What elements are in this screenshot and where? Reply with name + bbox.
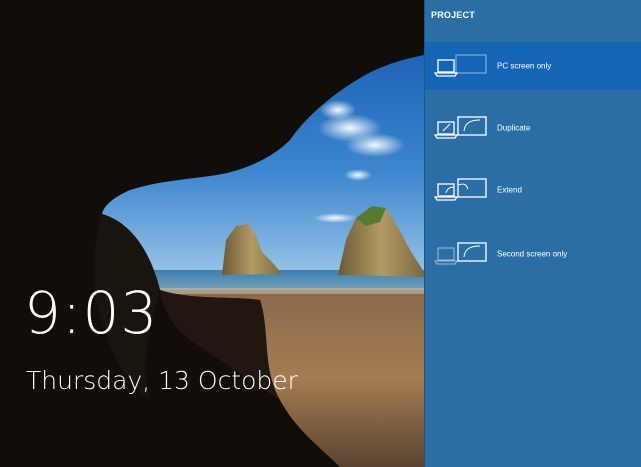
option-pc-screen-only[interactable]: PC screen only xyxy=(425,42,641,90)
extend-icon xyxy=(434,178,487,201)
lock-screen-date: Thursday, 13 October xyxy=(26,366,298,395)
project-panel: PROJECT PC screen only Duplicate Extend … xyxy=(424,0,641,467)
pc-screen-only-icon xyxy=(434,54,487,77)
duplicate-icon xyxy=(434,116,487,139)
option-duplicate[interactable]: Duplicate xyxy=(425,104,641,152)
panel-title: PROJECT xyxy=(431,10,475,20)
option-label: Extend xyxy=(497,185,522,195)
option-second-screen-only[interactable]: Second screen only xyxy=(425,230,641,278)
desktop-screen: 9:03 Thursday, 13 October PROJECT PC scr… xyxy=(0,0,641,467)
second-screen-only-icon xyxy=(434,242,487,265)
option-extend[interactable]: Extend xyxy=(425,166,641,214)
option-label: Second screen only xyxy=(497,249,568,259)
option-label: Duplicate xyxy=(497,123,531,133)
option-label: PC screen only xyxy=(497,61,552,71)
lock-screen-time: 9:03 xyxy=(24,279,159,347)
